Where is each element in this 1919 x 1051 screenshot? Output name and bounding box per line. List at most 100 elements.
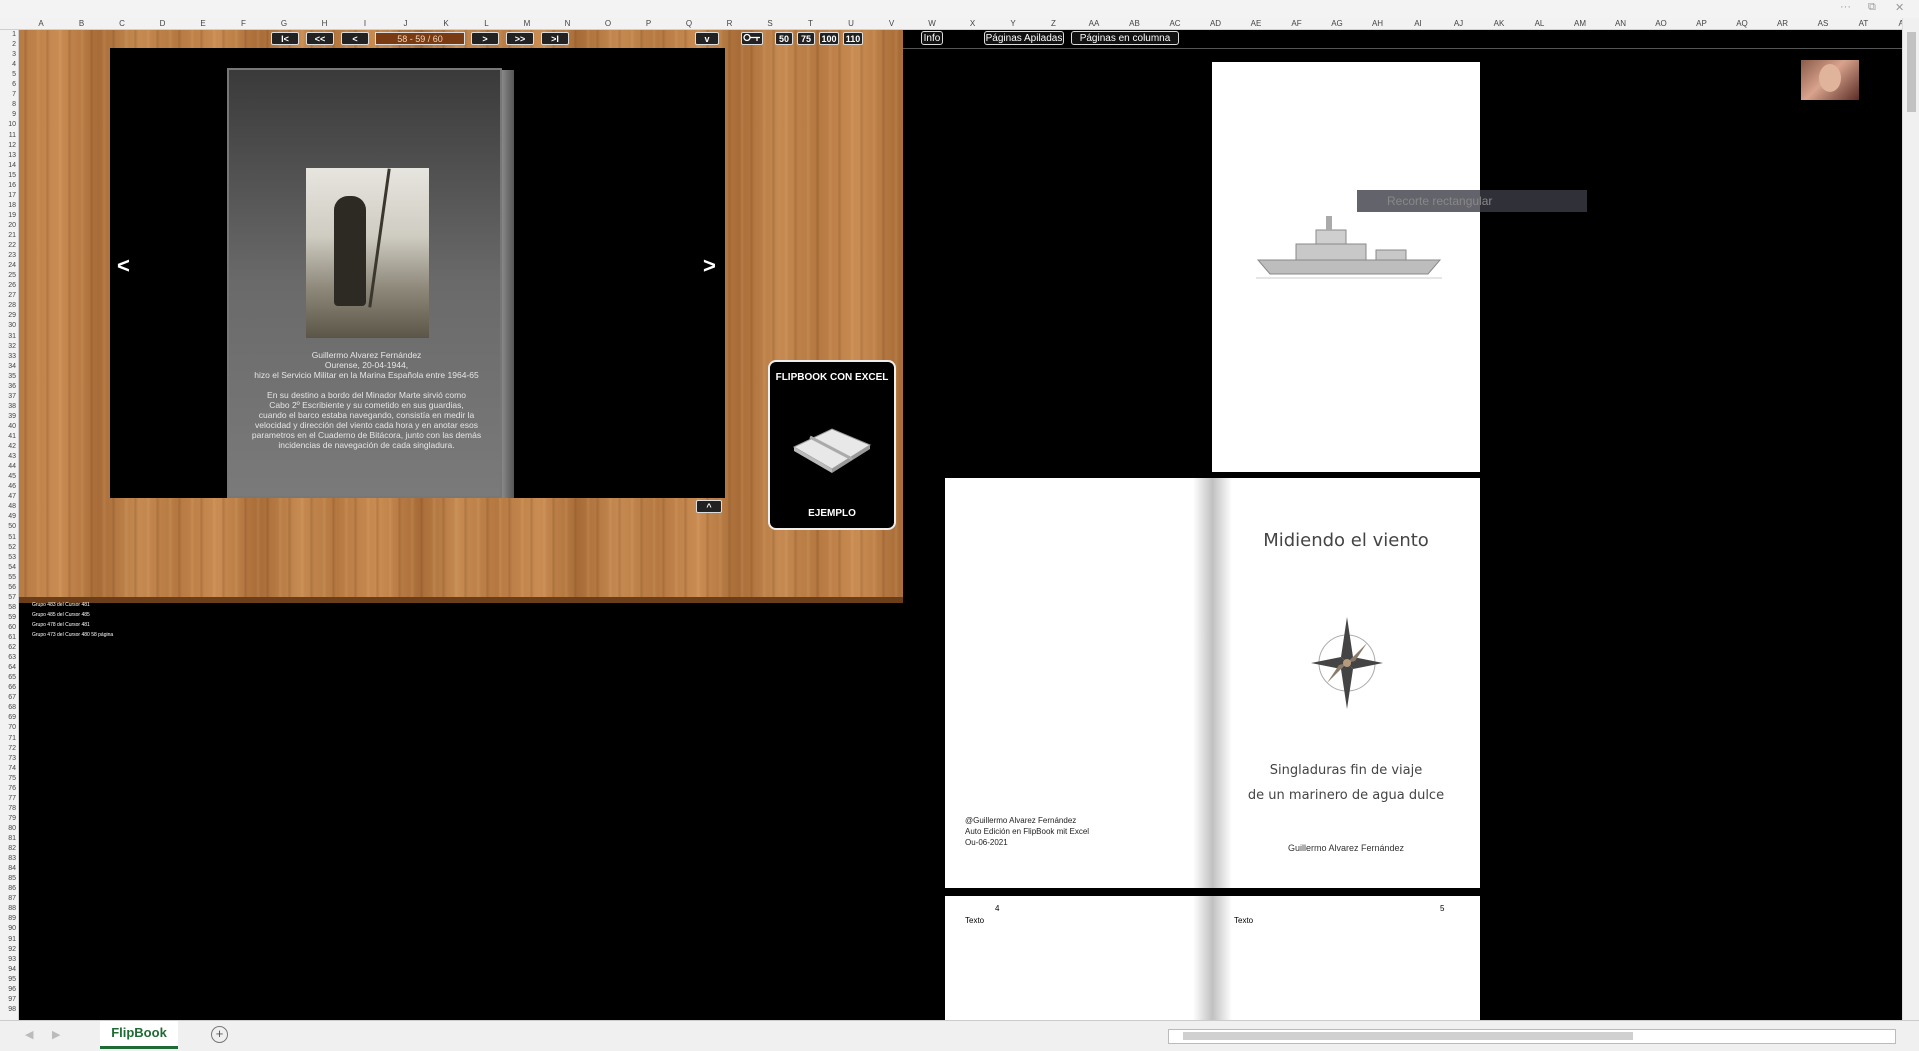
row-header[interactable]: 9 xyxy=(0,110,16,119)
zoom-110-button[interactable]: 110 xyxy=(843,32,863,45)
row-header[interactable]: 86 xyxy=(0,884,16,893)
column-header[interactable]: H xyxy=(310,18,340,29)
row-header[interactable]: 46 xyxy=(0,482,16,491)
row-header[interactable]: 32 xyxy=(0,342,16,351)
stage-prev-arrow[interactable]: < xyxy=(117,253,130,279)
row-header[interactable]: 98 xyxy=(0,1005,16,1014)
row-header[interactable]: 97 xyxy=(0,995,16,1004)
column-pages-button[interactable]: Páginas en columna xyxy=(1071,31,1179,45)
column-header[interactable]: AO xyxy=(1646,18,1676,29)
key-icon[interactable] xyxy=(741,32,763,45)
column-header[interactable]: AC xyxy=(1160,18,1190,29)
column-header[interactable]: I xyxy=(350,18,380,29)
column-header[interactable]: U xyxy=(836,18,866,29)
row-header[interactable]: 4 xyxy=(0,60,16,69)
prev-page-button[interactable]: < xyxy=(341,32,369,45)
row-header[interactable]: 3 xyxy=(0,50,16,59)
column-header[interactable]: AT xyxy=(1849,18,1879,29)
row-header[interactable]: 57 xyxy=(0,593,16,602)
row-header[interactable]: 45 xyxy=(0,472,16,481)
row-header[interactable]: 13 xyxy=(0,151,16,160)
row-header[interactable]: 71 xyxy=(0,734,16,743)
row-header[interactable]: 40 xyxy=(0,422,16,431)
column-header[interactable]: T xyxy=(796,18,826,29)
vertical-scrollbar[interactable] xyxy=(1902,18,1919,1020)
forward-fast-button[interactable]: >> xyxy=(506,32,534,45)
row-header[interactable]: 12 xyxy=(0,141,16,150)
zoom-100-button[interactable]: 100 xyxy=(819,32,839,45)
row-header[interactable]: 76 xyxy=(0,784,16,793)
row-header[interactable]: 24 xyxy=(0,261,16,270)
row-header[interactable]: 77 xyxy=(0,794,16,803)
row-header[interactable]: 42 xyxy=(0,442,16,451)
column-header[interactable]: C xyxy=(107,18,137,29)
row-header[interactable]: 63 xyxy=(0,653,16,662)
next-page-button[interactable]: > xyxy=(471,32,499,45)
row-header[interactable]: 38 xyxy=(0,402,16,411)
column-header[interactable]: B xyxy=(67,18,97,29)
row-header[interactable]: 69 xyxy=(0,713,16,722)
row-header[interactable]: 2 xyxy=(0,40,16,49)
row-header[interactable]: 27 xyxy=(0,291,16,300)
row-header[interactable]: 59 xyxy=(0,613,16,622)
column-header[interactable]: AE xyxy=(1241,18,1271,29)
row-header[interactable]: 54 xyxy=(0,563,16,572)
row-header[interactable]: 81 xyxy=(0,834,16,843)
row-header[interactable]: 5 xyxy=(0,70,16,79)
row-header[interactable]: 48 xyxy=(0,502,16,511)
row-header[interactable]: 56 xyxy=(0,583,16,592)
column-header[interactable]: Y xyxy=(998,18,1028,29)
stacked-pages-button[interactable]: Páginas Apiladas xyxy=(984,31,1064,45)
dropdown-button[interactable]: v xyxy=(695,32,719,45)
row-header[interactable]: 94 xyxy=(0,965,16,974)
row-header[interactable]: 25 xyxy=(0,271,16,280)
row-header[interactable]: 68 xyxy=(0,703,16,712)
last-page-button[interactable]: >I xyxy=(541,32,569,45)
row-header[interactable]: 16 xyxy=(0,181,16,190)
row-header[interactable]: 61 xyxy=(0,633,16,642)
row-header[interactable]: 34 xyxy=(0,362,16,371)
row-header[interactable]: 18 xyxy=(0,201,16,210)
column-header[interactable]: G xyxy=(269,18,299,29)
column-header[interactable]: AK xyxy=(1484,18,1514,29)
first-page-button[interactable]: I< xyxy=(271,32,299,45)
row-header[interactable]: 8 xyxy=(0,100,16,109)
row-header[interactable]: 64 xyxy=(0,663,16,672)
column-header[interactable]: E xyxy=(188,18,218,29)
row-header[interactable]: 10 xyxy=(0,120,16,129)
column-header[interactable]: P xyxy=(634,18,664,29)
column-header[interactable]: AL xyxy=(1525,18,1555,29)
row-header[interactable]: 31 xyxy=(0,332,16,341)
column-header[interactable]: Z xyxy=(1039,18,1069,29)
column-header[interactable]: O xyxy=(593,18,623,29)
row-header[interactable]: 72 xyxy=(0,744,16,753)
row-header[interactable]: 84 xyxy=(0,864,16,873)
column-header[interactable]: AI xyxy=(1403,18,1433,29)
column-header[interactable]: AS xyxy=(1808,18,1838,29)
column-header[interactable]: R xyxy=(715,18,745,29)
row-header[interactable]: 90 xyxy=(0,924,16,933)
row-header[interactable]: 83 xyxy=(0,854,16,863)
row-header[interactable]: 62 xyxy=(0,643,16,652)
column-header[interactable]: AN xyxy=(1606,18,1636,29)
row-header[interactable]: 30 xyxy=(0,321,16,330)
row-header[interactable]: 22 xyxy=(0,241,16,250)
row-header[interactable]: 7 xyxy=(0,90,16,99)
column-header[interactable]: N xyxy=(553,18,583,29)
row-header[interactable]: 36 xyxy=(0,382,16,391)
back-fast-button[interactable]: << xyxy=(306,32,334,45)
row-header[interactable]: 17 xyxy=(0,191,16,200)
column-header[interactable]: AP xyxy=(1687,18,1717,29)
sheet-grid[interactable]: I< << < 58 - 59 / 60 > >> >I v 50 75 100… xyxy=(19,30,1902,1020)
row-header[interactable]: 44 xyxy=(0,462,16,471)
column-header[interactable]: A xyxy=(26,18,56,29)
flipbook-card[interactable]: FLIPBOOK CON EXCEL EJEMPLO xyxy=(768,360,896,530)
row-header[interactable]: 23 xyxy=(0,251,16,260)
column-header[interactable]: F xyxy=(229,18,259,29)
row-header[interactable]: 79 xyxy=(0,814,16,823)
row-header[interactable]: 89 xyxy=(0,914,16,923)
row-header[interactable]: 28 xyxy=(0,301,16,310)
row-header[interactable]: 19 xyxy=(0,211,16,220)
row-header[interactable]: 67 xyxy=(0,693,16,702)
row-header[interactable]: 88 xyxy=(0,904,16,913)
